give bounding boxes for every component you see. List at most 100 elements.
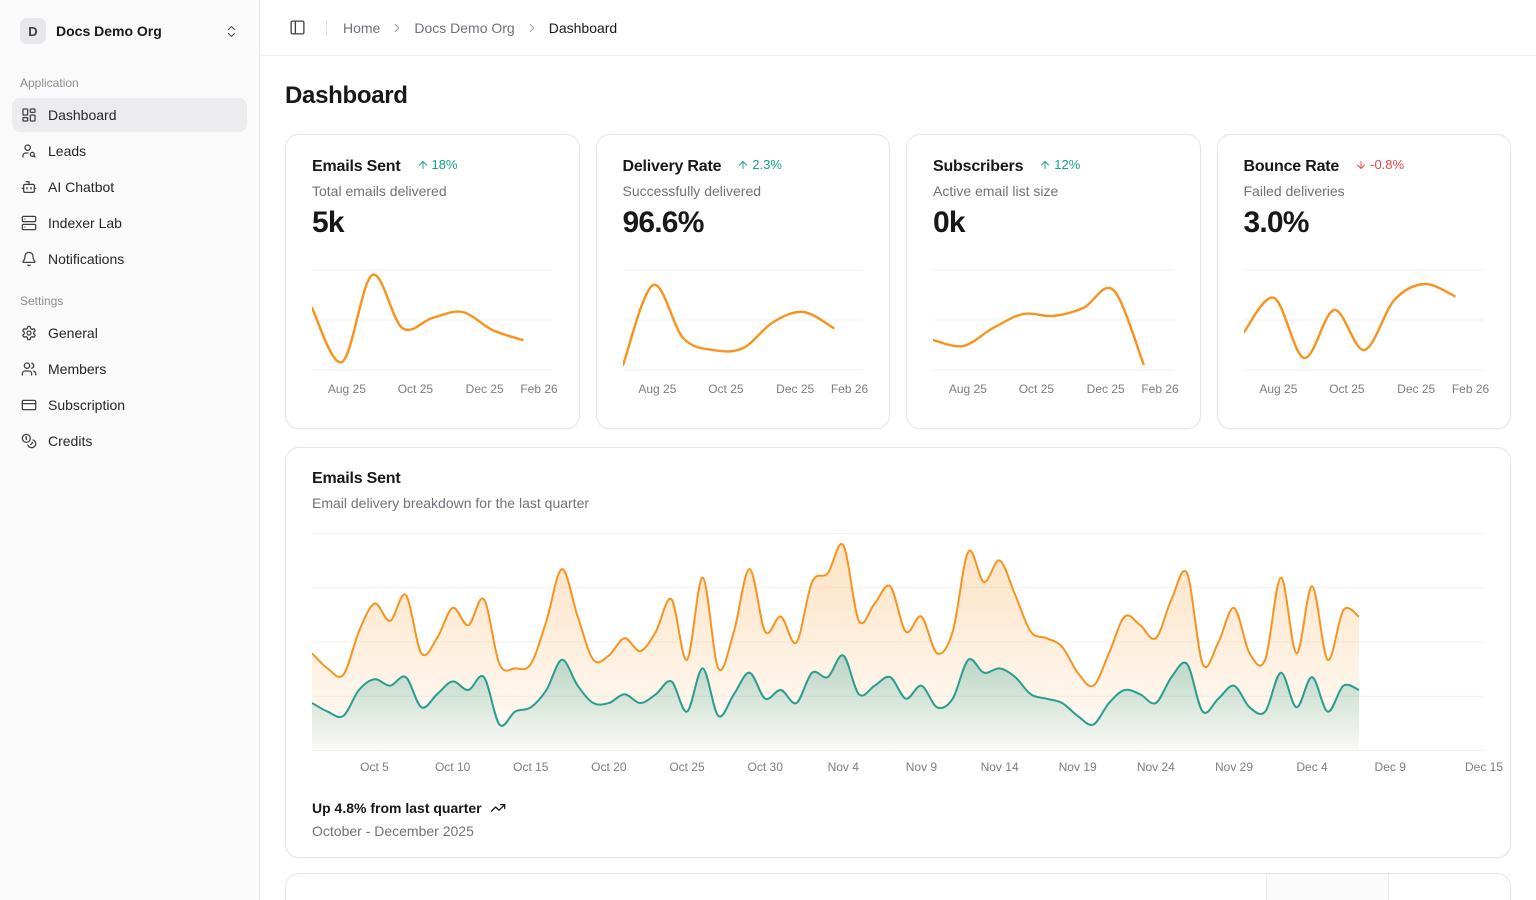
sparkline-x-axis: Aug 25Oct 25Dec 25Feb 26	[1244, 382, 1485, 398]
sidebar-item-label: Credits	[48, 433, 92, 449]
stat-title: Delivery Rate	[623, 158, 722, 176]
x-tick-label: Aug 25	[1259, 382, 1297, 396]
page-content: Dashboard Emails Sent 18% Total emails d…	[260, 56, 1536, 900]
chart-card-subtitle: Email delivery breakdown for the last qu…	[312, 495, 1484, 511]
x-tick-label: Oct 25	[669, 760, 704, 774]
stat-card-bounce-rate: Bounce Rate -0.8% Failed deliveries 3.0%…	[1217, 134, 1512, 429]
chart-footer-period: October - December 2025	[312, 823, 1484, 839]
sidebar-item-label: Notifications	[48, 251, 124, 267]
stat-title: Bounce Rate	[1244, 158, 1340, 176]
x-tick-label: Aug 25	[949, 382, 987, 396]
stat-subtitle: Active email list size	[933, 183, 1174, 199]
trend-value: 12%	[1054, 157, 1080, 172]
x-tick-label: Nov 29	[1215, 760, 1253, 774]
sidebar-item-dashboard[interactable]: Dashboard	[12, 98, 247, 132]
x-tick-label: Oct 5	[360, 760, 389, 774]
sidebar-item-label: Members	[48, 361, 106, 377]
sidebar-item-general[interactable]: General	[12, 316, 247, 350]
breadcrumb-current: Dashboard	[549, 20, 618, 36]
breadcrumb-home[interactable]: Home	[343, 20, 380, 36]
trend-badge: 2.3%	[737, 157, 782, 172]
stat-value: 3.0%	[1244, 206, 1485, 240]
x-tick-label: Oct 15	[513, 760, 548, 774]
x-tick-label: Oct 25	[708, 382, 743, 396]
stat-value: 96.6%	[623, 206, 864, 240]
sidebar-item-ai-chatbot[interactable]: AI Chatbot	[12, 170, 247, 204]
trend-value: -0.8%	[1370, 157, 1404, 172]
breadcrumb: Home Docs Demo Org Dashboard	[343, 20, 617, 36]
x-tick-label: Dec 9	[1375, 760, 1406, 774]
x-tick-label: Nov 4	[828, 760, 859, 774]
sidebar-item-credits[interactable]: Credits	[12, 424, 247, 458]
sidebar-item-members[interactable]: Members	[12, 352, 247, 386]
sidebar-item-label: General	[48, 325, 98, 341]
chevron-right-icon	[390, 21, 404, 35]
credit-card-icon	[21, 397, 37, 413]
coins-icon	[21, 433, 37, 449]
user-search-icon	[21, 143, 37, 159]
users-icon	[21, 361, 37, 377]
sidebar-item-subscription[interactable]: Subscription	[12, 388, 247, 422]
server-icon	[21, 215, 37, 231]
sidebar: D Docs Demo Org Application Dashboard Le…	[0, 0, 260, 900]
org-switcher[interactable]: D Docs Demo Org	[12, 12, 247, 50]
topbar: Home Docs Demo Org Dashboard	[260, 0, 1536, 56]
sparkline-chart	[1244, 264, 1485, 376]
x-tick-label: Feb 26	[1141, 382, 1178, 396]
sidebar-item-leads[interactable]: Leads	[12, 134, 247, 168]
trend-value: 18%	[432, 157, 458, 172]
trend-badge: 12%	[1039, 157, 1080, 172]
chart-footer-trend-text: Up 4.8% from last quarter	[312, 800, 482, 816]
stat-value: 5k	[312, 206, 553, 240]
x-tick-label: Oct 20	[591, 760, 626, 774]
arrow-down-icon	[1355, 159, 1367, 171]
stats-grid: Emails Sent 18% Total emails delivered 5…	[285, 134, 1511, 429]
time-range-segment[interactable]	[1266, 874, 1389, 900]
x-tick-label: Oct 25	[398, 382, 433, 396]
stacked-area-chart[interactable]	[312, 533, 1484, 751]
x-tick-label: Dec 15	[1465, 760, 1503, 774]
stat-card-subscribers: Subscribers 12% Active email list size 0…	[906, 134, 1201, 429]
sidebar-item-label: Indexer Lab	[48, 215, 122, 231]
sidebar-item-label: AI Chatbot	[48, 179, 114, 195]
stat-subtitle: Failed deliveries	[1244, 183, 1485, 199]
x-tick-label: Oct 25	[1019, 382, 1054, 396]
partial-next-card	[285, 873, 1511, 900]
sidebar-toggle-button[interactable]	[285, 15, 310, 40]
sparkline-x-axis: Aug 25Oct 25Dec 25Feb 26	[623, 382, 864, 398]
stat-subtitle: Successfully delivered	[623, 183, 864, 199]
x-tick-label: Feb 26	[831, 382, 868, 396]
stat-title: Subscribers	[933, 158, 1023, 176]
stat-card-emails-sent: Emails Sent 18% Total emails delivered 5…	[285, 134, 580, 429]
bot-icon	[21, 179, 37, 195]
x-tick-label: Dec 25	[1087, 382, 1125, 396]
topbar-divider	[326, 20, 327, 36]
x-tick-label: Oct 10	[435, 760, 470, 774]
trend-badge: 18%	[417, 157, 458, 172]
arrow-up-icon	[417, 159, 429, 171]
page-title: Dashboard	[285, 82, 1511, 110]
x-tick-label: Dec 25	[1397, 382, 1435, 396]
trending-up-icon	[490, 800, 506, 816]
sparkline-chart	[312, 264, 553, 376]
chart-footer: Up 4.8% from last quarter October - Dece…	[312, 800, 1484, 839]
x-tick-label: Aug 25	[638, 382, 676, 396]
sparkline-x-axis: Aug 25Oct 25Dec 25Feb 26	[933, 382, 1174, 398]
x-tick-label: Dec 4	[1296, 760, 1327, 774]
stat-value: 0k	[933, 206, 1174, 240]
sidebar-item-indexer-lab[interactable]: Indexer Lab	[12, 206, 247, 240]
chart-card-title: Emails Sent	[312, 470, 1484, 488]
x-tick-label: Nov 19	[1059, 760, 1097, 774]
chevrons-up-down-icon	[224, 24, 239, 39]
breadcrumb-org[interactable]: Docs Demo Org	[414, 20, 514, 36]
x-tick-label: Nov 24	[1137, 760, 1175, 774]
x-tick-label: Feb 26	[520, 382, 557, 396]
emails-sent-chart-card: Emails Sent Email delivery breakdown for…	[285, 447, 1511, 858]
org-name: Docs Demo Org	[56, 23, 214, 39]
sidebar-item-label: Dashboard	[48, 107, 117, 123]
sparkline-chart	[623, 264, 864, 376]
chart-x-axis: Oct 5Oct 10Oct 15Oct 20Oct 25Oct 30Nov 4…	[312, 760, 1484, 778]
x-tick-label: Dec 25	[776, 382, 814, 396]
arrow-up-icon	[1039, 159, 1051, 171]
sidebar-item-notifications[interactable]: Notifications	[12, 242, 247, 276]
